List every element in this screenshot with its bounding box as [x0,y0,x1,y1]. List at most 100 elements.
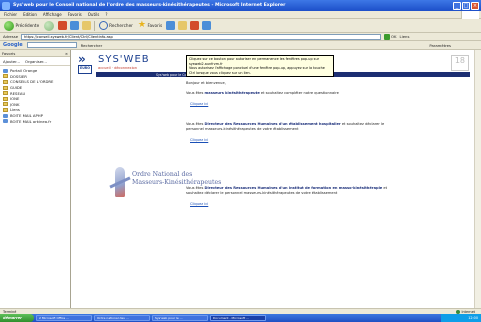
favorite-item[interactable]: BOITE MAIL orkinea.fr [0,118,70,124]
favorite-label: RESEAU [10,90,26,96]
menu-edit[interactable]: Edition [23,12,37,17]
zone-label: Internet [461,309,475,314]
standard-toolbar: Précédente Rechercher ★ Favoris [0,19,481,33]
add-favorite-button[interactable]: Ajouter... [3,59,20,64]
clock: 12:00 [468,316,478,320]
address-label: Adresse [3,34,19,39]
section-highlight: Directeur des Ressources Humaines d'un i… [204,186,383,190]
star-icon: ★ [137,20,146,30]
forward-button[interactable] [43,20,55,31]
search-icon [98,21,108,30]
search-button[interactable]: Rechercher [98,20,134,31]
favorites-button[interactable]: ★ Favoris [137,20,163,31]
taskbar-task[interactable]: Sys'web pour le ... [152,315,208,321]
menu-file[interactable]: Fichier [4,12,17,17]
section-hospital: Vous êtes Directeur des Ressources Humai… [186,122,391,132]
favorite-label: GUIDE [10,85,23,91]
go-button[interactable]: OK [384,33,397,40]
back-label: Précédente [15,23,40,28]
click-here-link-2[interactable]: Cliquez ici [190,138,208,142]
google-settings-button[interactable]: Paramètres [429,43,451,48]
section-institute: Vous êtes Directeur des Ressources Humai… [186,186,391,196]
maximize-button[interactable]: □ [462,1,470,10]
click-here-link-3[interactable]: Cliquez ici [190,202,208,206]
popup-blocker-tooltip: Cliquez sur ce bouton pour autoriser en … [186,55,334,77]
favorite-label: BOITE MAIL orkinea.fr [10,118,52,124]
back-button[interactable]: Précédente [3,20,40,31]
intro-text: Bonjour et bienvenue, [186,81,226,85]
window-title: Sys'web pour le Conseil national de l'or… [13,3,286,8]
section-suffix: et souhaitez compléter notre questionnai… [259,91,339,95]
folder-icon [3,85,8,90]
folder-icon [3,79,8,84]
menu-bar: Fichier Edition Affichage Favoris Outils… [0,11,481,19]
chevron-logo-icon: » [78,52,86,66]
sidebar-close-icon[interactable]: × [65,51,68,56]
google-toolbar: Google Rechercher Paramètres [0,41,481,50]
favorite-label: JONK [10,101,20,107]
folder-icon [3,74,8,79]
sidebar-header: Favoris × [0,50,70,57]
google-search-button[interactable]: Rechercher [81,43,103,48]
stamp-number: 18 [454,56,465,65]
ordre-title: Ordre National des Masseurs-Kinésithérap… [132,171,221,186]
section-prefix: Vous êtes [186,186,205,190]
close-button[interactable]: × [471,1,479,10]
vertical-scrollbar[interactable] [474,50,481,308]
favorite-label: Portail Orange [10,68,38,74]
section-highlight: Directeur des Ressources Humaines d'un é… [204,122,341,126]
section-highlight: masseurs kinésithérapeute [204,91,260,95]
euro-badge: EURO [78,65,92,74]
link-icon [3,119,8,124]
minimize-button[interactable]: _ [453,1,461,10]
ordre-emblem-icon [109,167,131,201]
taskbar: démarrer 2 Microsoft Office ... Ordre na… [0,314,481,322]
tooltip-line: Cliquez sur ce bouton pour autoriser en … [189,57,319,61]
menu-view[interactable]: Affichage [43,12,62,17]
page-content: » EURO SYS'WEB accueil · déconnexion Sys… [72,50,481,308]
search-label: Rechercher [109,23,133,28]
refresh-icon[interactable] [70,21,80,30]
window-title-bar: Sys'web pour le Conseil national de l'or… [0,0,481,11]
taskbar-task-active[interactable]: Document - Microsoft ... [210,315,266,321]
link-icon [3,113,8,118]
stop-icon[interactable] [58,21,68,30]
forward-arrow-icon [44,20,55,31]
window-controls: _ □ × [453,1,479,10]
print-icon[interactable] [202,21,212,30]
go-arrow-icon [384,33,391,40]
favorite-label: BOITE MAIL APHP [10,113,43,119]
status-text: Terminé [3,309,17,314]
back-arrow-icon [4,20,14,31]
home-icon[interactable] [82,21,92,30]
start-button[interactable]: démarrer [0,314,34,322]
favorite-label: DOSSIER [10,73,27,79]
go-label: OK [391,34,397,39]
menu-help[interactable]: ? [105,12,107,17]
folder-icon [3,91,8,96]
favorites-label: Favoris [147,23,163,28]
google-logo: Google [3,42,23,48]
sysweb-nav-links[interactable]: accueil · déconnexion [98,66,137,70]
taskbar-task[interactable]: 2 Microsoft Office ... [36,315,92,321]
folder-icon [3,96,8,101]
menu-favorites[interactable]: Favoris [68,12,82,17]
click-here-link-1[interactable]: Cliquez ici [190,102,208,106]
organize-favorites-button[interactable]: Organiser... [25,59,47,64]
sysweb-logo: SYS'WEB [98,54,150,65]
section-prefix: Vous êtes [186,122,205,126]
mail-icon[interactable] [190,21,200,30]
taskbar-task[interactable]: Ordre national des ... [94,315,150,321]
internet-explorer-icon [2,1,10,10]
address-input[interactable]: https://conseil.sysweb.fr/Client/Ctrl/Cl… [21,33,382,40]
folder-icon [3,107,8,112]
links-label[interactable]: Liens [400,34,410,39]
google-search-input[interactable] [26,42,77,48]
favorite-label: IONE [10,96,20,102]
ordre-title-line1: Ordre National des [132,171,193,178]
menu-tools[interactable]: Outils [88,12,100,17]
windows-flag-icon [461,11,479,19]
media-icon[interactable] [166,21,176,30]
euro-logo: » EURO [78,52,94,74]
history-icon[interactable] [178,21,188,30]
